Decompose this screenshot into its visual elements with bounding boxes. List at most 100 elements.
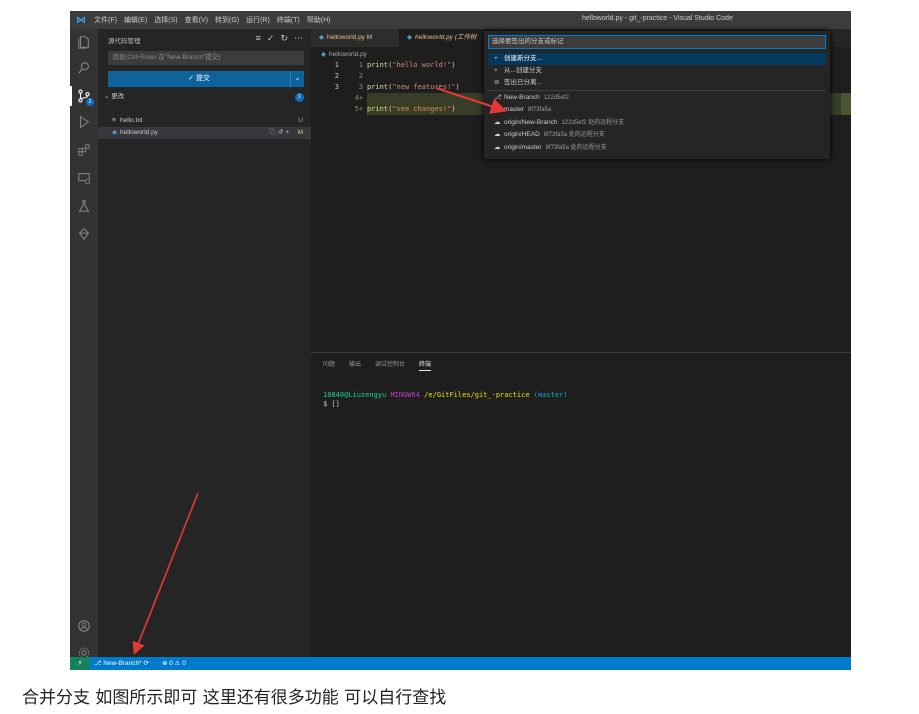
quick-pick-remote-master[interactable]: ☁ origin/master 8f73fa5a 处的远程分支 [488,142,826,154]
item-label: master [504,106,524,113]
file-actions[interactable]: ⿻↺+ [269,127,291,139]
item-label: 创建新分支... [504,55,542,62]
menu-selection[interactable]: 选择(S) [154,15,177,25]
quick-pick-create-branch-from[interactable]: + 从...创建分支 [488,65,826,77]
line-number-left: 1 [334,61,339,69]
breadcrumb[interactable]: ◆ helloworld.py [321,50,367,58]
python-file-icon: ◆ [112,129,117,136]
code-text: print("new features!") [367,83,460,91]
quick-pick-create-branch[interactable]: + 创建新分支... [488,53,826,65]
changes-count-badge: 1 [295,93,304,102]
item-description: 8f73fa5a [527,107,552,113]
line-number-right: 1 [358,61,363,69]
search-icon[interactable] [70,55,98,81]
python-file-icon: ◆ [319,34,324,41]
file-name: hello.txt [120,117,143,124]
text-file-icon: ≡ [112,117,116,124]
item-description: 122d5ef2 处的远程分支 [561,120,625,126]
testing-icon[interactable] [70,193,98,219]
status-problems[interactable]: ⊗ 0 ⚠ 0 [162,657,186,670]
vscode-window: ⋈ 文件(F) 编辑(E) 选择(S) 查看(V) 转到(G) 运行(R) 终端… [70,11,851,670]
window-title: helloworld.py - git_-practice - Visual S… [582,15,733,22]
menu-terminal[interactable]: 终端(T) [277,15,300,25]
commit-message-input[interactable]: 消息(Ctrl+Enter 在"New-Branch"提交) [108,51,304,65]
item-label: origin/master [504,144,542,151]
menu-help[interactable]: 帮助(H) [307,15,331,25]
menu-go[interactable]: 转到(G) [215,15,239,25]
tab-problems[interactable]: 问题 [323,359,335,371]
plus-icon: + [494,67,498,74]
tab-terminal[interactable]: 终端 [419,359,432,371]
item-label: origin/New-Branch [504,119,558,126]
source-control-sidebar: 源代码管理 ≡ ✓ ↻ ⋯ 消息(Ctrl+Enter 在"New-Branch… [98,29,311,657]
quick-pick-input[interactable]: 选择要签出的分支或标记 [488,35,826,49]
source-control-icon[interactable]: 2 [70,83,98,109]
commit-dropdown-icon[interactable]: ⌄ [290,71,304,87]
tab-helloworld-py[interactable]: ◆ helloworld.py M [311,29,399,47]
menu-run[interactable]: 运行(R) [246,15,270,25]
changes-section-header[interactable]: ⌄ 更改 1 [104,91,306,103]
line-number-right: 5+ [354,105,363,113]
scm-badge: 2 [86,98,94,106]
item-label: New-Branch [504,94,540,101]
title-bar: ⋈ 文件(F) 编辑(E) 选择(S) 查看(V) 转到(G) 运行(R) 终端… [70,11,851,29]
item-description: 8f73fa5a 处的远程分支 [543,132,605,138]
menu-bar: 文件(F) 编辑(E) 选择(S) 查看(V) 转到(G) 运行(R) 终端(T… [94,15,330,25]
line-number-right: 4+ [354,94,363,102]
changes-label: 更改 [111,93,125,100]
quick-pick-checkout-detached[interactable]: ⊘ 签出已分离... [488,77,826,89]
account-icon[interactable] [70,613,98,639]
more-actions-icon[interactable]: ⋯ [294,33,303,44]
menu-edit[interactable]: 编辑(E) [124,15,147,25]
terminal-output[interactable]: 10840@Liuzengyu MINGW64 /e/GitFiles/git_… [323,391,567,409]
view-as-list-icon[interactable]: ≡ [256,33,261,44]
explorer-icon[interactable] [70,29,98,55]
item-label: origin/HEAD [504,131,540,138]
extensions-icon[interactable] [70,137,98,163]
commit-button-label[interactable]: ✓ 提交 [108,71,290,87]
terminal-input-line[interactable]: $ [] [323,400,567,409]
tab-output[interactable]: 输出 [349,359,361,371]
remote-indicator-icon[interactable]: ⚡ [70,657,90,670]
separator [488,90,826,91]
refresh-icon[interactable]: ↻ [280,33,288,44]
menu-view[interactable]: 查看(V) [185,15,208,25]
changed-file-hello-txt[interactable]: ≡ hello.txt U [98,115,311,127]
git-branch-icon: ⎇ [494,94,502,101]
commit-check-icon[interactable]: ✓ [267,33,275,44]
line-number-left: 2 [334,72,339,80]
quick-pick-branch-master[interactable]: ⎇ master 8f73fa5a [488,104,826,116]
python-file-icon: ◆ [321,51,326,58]
quick-pick-branch-new-branch[interactable]: ⎇ New-Branch 122d5ef2 [488,92,826,104]
run-debug-icon[interactable] [70,109,98,135]
status-branch[interactable]: ⎇ New-Branch* ⟳ [94,657,149,670]
breadcrumb-file: helloworld.py [329,51,367,58]
detached-commit-icon: ⊘ [494,79,500,86]
remote-explorer-icon[interactable] [70,165,98,191]
item-description: 122d5ef2 [543,95,569,101]
bottom-panel: 问题 输出 调试控制台 终端 10840@Liuzengyu MINGW64 /… [311,352,851,657]
status-bar: ⚡ ⎇ New-Branch* ⟳ ⊗ 0 ⚠ 0 [70,657,851,670]
tab-label: helloworld.py (工作树 [415,34,477,41]
cloud-icon: ☁ [494,131,501,138]
changed-file-helloworld-py[interactable]: ◆ helloworld.py ⿻↺+ M [98,127,311,139]
menu-file[interactable]: 文件(F) [94,15,117,25]
line-number-right: 2 [358,72,363,80]
added-line-gutter-mark [841,104,851,115]
git-graph-icon[interactable] [70,221,98,247]
quick-pick-remote-head[interactable]: ☁ origin/HEAD 8f73fa5a 处的远程分支 [488,129,826,141]
git-branch-icon: ⎇ [494,106,502,113]
cloud-icon: ☁ [494,119,501,126]
branch-quick-pick: 选择要签出的分支或标记 + 创建新分支... + 从...创建分支 ⊘ 签出已分离..… [484,31,830,159]
tab-debug-console[interactable]: 调试控制台 [375,359,405,371]
commit-button[interactable]: ✓ 提交 ⌄ [108,71,304,87]
code-text: print("hello world!") [367,61,456,69]
caption-text: 合并分支 如图所示即可 这里还有很多功能 可以自行查找 [22,688,447,708]
quick-pick-remote-new-branch[interactable]: ☁ origin/New-Branch 122d5ef2 处的远程分支 [488,117,826,129]
python-file-icon: ◆ [407,34,412,41]
tab-label: helloworld.py M [327,34,373,41]
item-description: 8f73fa5a 处的远程分支 [545,145,607,151]
sidebar-actions: ≡ ✓ ↻ ⋯ [256,33,303,44]
item-label: 签出已分离... [504,79,542,86]
file-name: helloworld.py [120,129,158,136]
